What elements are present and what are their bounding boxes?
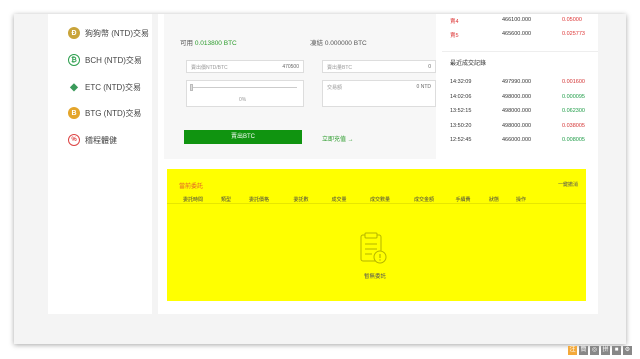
market-panel: 賣4 466100.000 0.05000 賣5 465600.000 0.02… bbox=[442, 14, 598, 159]
divider bbox=[442, 51, 598, 52]
orders-column-header: 手續費 bbox=[455, 197, 471, 203]
current-orders-panel: 當前委託 一鍵撤消 委託時間 類型 委託價格 委託數 成交量 成交數量 成交金額 手續費 狀態 操… bbox=[167, 169, 586, 301]
taskbar-tray: 注簡 ◎ 拼 ■ ⚙ bbox=[568, 346, 632, 355]
trade-row: 13:52:15 498000.000 0.062300 bbox=[450, 108, 598, 116]
ask-amount: 0.05000 bbox=[562, 17, 582, 23]
slider-percent: 0% bbox=[239, 97, 247, 103]
trade-amount: 0.001600 bbox=[562, 79, 585, 85]
app-window: Ð 狗狗幣 (NTD)交易 ₿ BCH (NTD)交易 ◆ ETC (NTD)交… bbox=[14, 14, 626, 344]
trade-row: 14:32:09 497990.000 0.001600 bbox=[450, 79, 598, 87]
trade-amount: 0.000095 bbox=[562, 93, 585, 100]
frozen-value: 0.000000 BTC bbox=[324, 40, 367, 47]
available-value: 0.013800 BTC bbox=[194, 40, 237, 47]
trade-time: 13:50:20 bbox=[450, 122, 472, 129]
tray-button[interactable]: 簡 bbox=[579, 346, 588, 355]
ask-label: 賣4 bbox=[450, 19, 459, 25]
frozen-label: 凍結 bbox=[310, 40, 323, 47]
orders-column-header: 委託價格 bbox=[248, 197, 270, 203]
recharge-link[interactable]: 立即充值 → bbox=[322, 134, 354, 143]
trade-price: 498000.000 bbox=[502, 93, 532, 100]
trade-price: 498000.000 bbox=[502, 108, 532, 114]
sidebar-item-rates[interactable]: % 稽程體健 bbox=[68, 134, 117, 146]
sidebar-item-label: 稽程體健 bbox=[85, 135, 117, 145]
orders-column-header: 成交量 bbox=[331, 197, 347, 203]
ethereum-classic-icon: ◆ bbox=[70, 81, 78, 93]
sidebar-item-label: 狗狗幣 (NTD)交易 bbox=[85, 28, 149, 38]
ask-price: 466100.000 bbox=[502, 17, 532, 23]
frozen-balance: 凍結 0.000000 BTC bbox=[310, 37, 367, 47]
trade-amount: 0.062300 bbox=[562, 108, 585, 114]
sell-amount-value: 0 bbox=[428, 64, 431, 70]
sidebar-item-doge[interactable]: Ð 狗狗幣 (NTD)交易 bbox=[68, 27, 149, 39]
ask-amount: 0.025773 bbox=[562, 31, 585, 37]
cancel-all-button[interactable]: 一鍵撤消 bbox=[558, 181, 578, 188]
trade-amount: 0.038005 bbox=[562, 122, 585, 129]
sell-price-placeholder: 賣出價NTD/BTC bbox=[191, 65, 228, 71]
trade-row: 13:50:20 498000.000 0.038005 bbox=[450, 123, 598, 131]
tray-button[interactable]: ⚙ bbox=[623, 346, 632, 355]
orders-column-header: 成交金額 bbox=[413, 197, 435, 203]
empty-orders-text: 暫無委託 bbox=[364, 274, 387, 280]
trade-price: 498000.000 bbox=[502, 122, 532, 129]
ask-row: 賣4 466100.000 0.05000 bbox=[450, 17, 598, 25]
available-label: 可用 bbox=[180, 40, 193, 47]
ask-label: 賣5 bbox=[450, 33, 459, 39]
sell-price-value: 470500 bbox=[282, 64, 299, 70]
bitcoin-cash-icon: ₿ bbox=[68, 54, 80, 66]
percent-icon: % bbox=[68, 134, 80, 146]
orders-column-header: 狀態 bbox=[488, 197, 500, 203]
trade-amount-box: 交易額 0 NTD bbox=[322, 80, 436, 107]
sidebar-item-btg[interactable]: B BTG (NTD)交易 bbox=[68, 107, 141, 119]
ask-price: 465600.000 bbox=[502, 31, 532, 37]
sell-amount-placeholder: 賣出量BTC bbox=[327, 65, 353, 71]
recent-trades-title: 最近成交記錄 bbox=[450, 61, 487, 67]
trade-price: 497990.000 bbox=[502, 79, 532, 85]
trade-amount-label: 交易額 bbox=[327, 85, 343, 91]
tray-button[interactable]: 注 bbox=[568, 346, 577, 355]
slider-track bbox=[191, 87, 297, 88]
sidebar-item-label: ETC (NTD)交易 bbox=[85, 82, 141, 92]
tray-button[interactable]: ■ bbox=[612, 346, 621, 355]
trade-time: 13:52:15 bbox=[450, 108, 472, 114]
trade-amount: 0.008005 bbox=[562, 137, 585, 143]
sell-amount-input[interactable]: 賣出量BTC 0 bbox=[322, 60, 436, 73]
trade-price: 466000.000 bbox=[502, 137, 532, 143]
slider-handle[interactable] bbox=[190, 84, 193, 91]
orders-column-header: 委託時間 bbox=[182, 197, 204, 203]
sidebar-item-bch[interactable]: ₿ BCH (NTD)交易 bbox=[68, 54, 142, 66]
empty-clipboard-icon bbox=[360, 232, 387, 264]
sidebar-item-etc[interactable]: ◆ ETC (NTD)交易 bbox=[68, 81, 141, 93]
sidebar: Ð 狗狗幣 (NTD)交易 ₿ BCH (NTD)交易 ◆ ETC (NTD)交… bbox=[48, 14, 152, 314]
bitcoin-gold-icon: B bbox=[68, 107, 80, 119]
trade-amount-value: 0 NTD bbox=[416, 84, 431, 90]
sidebar-item-label: BTG (NTD)交易 bbox=[85, 108, 142, 118]
trade-row: 12:52:45 466000.000 0.008005 bbox=[450, 137, 598, 145]
sell-panel: 可用 0.013800 BTC 凍結 0.000000 BTC 賣出價NTD/B… bbox=[164, 14, 436, 159]
trade-time: 12:52:45 bbox=[450, 137, 472, 143]
ask-row: 賣5 465600.000 0.025773 bbox=[450, 31, 598, 39]
sell-btc-button[interactable]: 賣出BTC bbox=[184, 130, 302, 144]
available-balance: 可用 0.013800 BTC bbox=[180, 37, 237, 47]
orders-column-header: 操作 bbox=[515, 197, 527, 203]
sell-price-input[interactable]: 賣出價NTD/BTC 470500 bbox=[186, 60, 304, 73]
orders-title: 當前委託 bbox=[179, 184, 204, 190]
trade-row: 14:02:06 498000.000 0.000095 bbox=[450, 94, 598, 102]
percent-slider-box: 0% bbox=[186, 80, 304, 107]
dogecoin-icon: Ð bbox=[68, 27, 80, 39]
tray-button[interactable]: 拼 bbox=[601, 346, 610, 355]
orders-column-header: 成交數量 bbox=[369, 197, 391, 203]
tray-button[interactable]: ◎ bbox=[590, 346, 599, 355]
trade-time: 14:32:09 bbox=[450, 79, 472, 85]
trade-time: 14:02:06 bbox=[450, 93, 472, 100]
orders-column-header: 委託數 bbox=[293, 197, 309, 203]
orders-column-header: 類型 bbox=[220, 197, 232, 203]
sidebar-item-label: BCH (NTD)交易 bbox=[85, 55, 142, 65]
orders-table-header: 委託時間 類型 委託價格 委託數 成交量 成交數量 成交金額 手續費 狀態 操作 bbox=[167, 196, 586, 204]
